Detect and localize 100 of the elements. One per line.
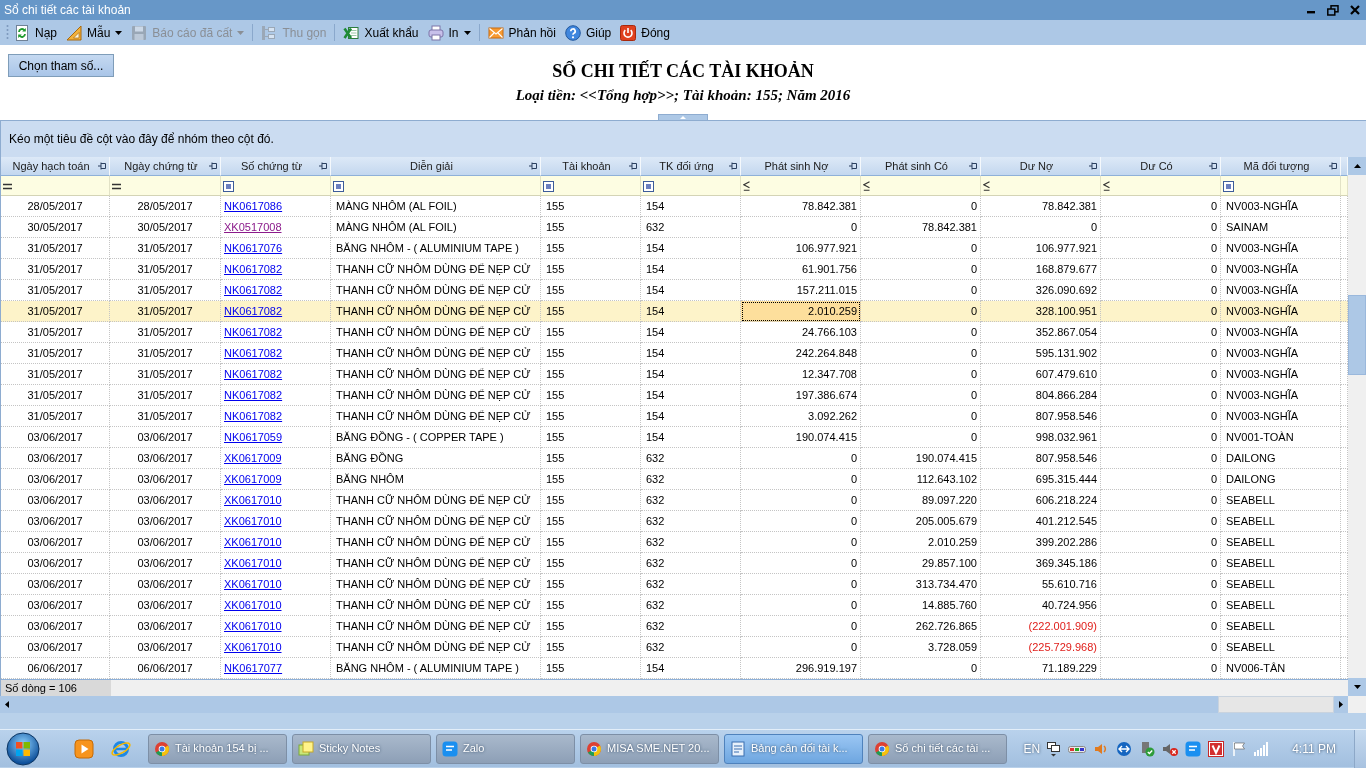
scrollbar-thumb[interactable] <box>1218 696 1334 713</box>
table-row[interactable]: 03/06/2017 03/06/2017 XK0617010 THANH CỮ NHÔM DÙNG ĐỂ NẸP CỬ 155 632 0 89.097.220 606.218.224 0 SEABELL <box>1 490 1348 511</box>
column-header[interactable]: Dư Có <box>1101 157 1221 176</box>
horizontal-scrollbar[interactable] <box>0 696 1348 713</box>
document-link[interactable]: NK0617082 <box>224 305 283 317</box>
table-row[interactable]: 31/05/2017 31/05/2017 NK0617076 BĂNG NHÔM - ( ALUMINIUM TAPE ) 155 154 106.977.921 0 106.977.921 0 NV003-NGHĨA <box>1 238 1348 259</box>
scroll-down-button[interactable] <box>1348 678 1366 696</box>
document-link[interactable]: XK0617010 <box>224 641 282 653</box>
grip-icon[interactable] <box>6 24 9 41</box>
column-header[interactable]: TK đối ứng <box>641 157 741 176</box>
collapse-handle[interactable] <box>658 114 708 120</box>
chat-bubble-icon[interactable] <box>1185 740 1202 757</box>
filter-field[interactable] <box>741 176 861 196</box>
scrollbar-thumb[interactable] <box>1348 295 1366 375</box>
document-link[interactable]: XK0617010 <box>224 557 282 569</box>
filter-field[interactable] <box>861 176 981 196</box>
small-windows-icon[interactable] <box>1047 740 1062 757</box>
table-row[interactable]: 31/05/2017 31/05/2017 NK0617082 THANH CỮ NHÔM DÙNG ĐỂ NẸP CỬ 155 154 24.766.103 0 352.867.054 0 NV003-NGHĨA <box>1 322 1348 343</box>
table-row[interactable]: 03/06/2017 03/06/2017 XK0617009 BĂNG ĐỒNG 155 632 0 190.074.415 807.958.546 0 DAILONG <box>1 448 1348 469</box>
show-desktop-button[interactable] <box>1354 729 1366 768</box>
filter-field[interactable] <box>641 176 741 196</box>
filter-square-icon[interactable] <box>223 180 234 192</box>
column-header[interactable]: Tài khoản <box>541 157 641 176</box>
column-header[interactable]: Ngày hạch toán <box>1 157 110 176</box>
restore-button[interactable] <box>1326 2 1340 18</box>
filter-square-icon[interactable] <box>643 180 654 192</box>
start-button[interactable] <box>6 731 40 766</box>
table-row[interactable]: 31/05/2017 31/05/2017 NK0617082 THANH CỮ NHÔM DÙNG ĐỂ NẸP CỬ 155 154 12.347.708 0 607.479.610 0 NV003-NGHĨA <box>1 364 1348 385</box>
filter-field[interactable] <box>110 176 221 196</box>
toolbar-dropdown-button[interactable]: Mẫu <box>62 21 127 44</box>
less-or-equal-icon[interactable] <box>863 181 870 192</box>
toolbar-button[interactable]: Đóng <box>616 21 674 44</box>
table-row[interactable]: 31/05/2017 31/05/2017 NK0617082 THANH CỮ NHÔM DÙNG ĐỂ NẸP CỬ 155 154 197.386.674 0 804.866.284 0 NV003-NGHĨA <box>1 385 1348 406</box>
table-row[interactable]: 31/05/2017 31/05/2017 NK0617082 THANH CỮ NHÔM DÙNG ĐỂ NẸP CỬ 155 154 157.211.015 0 326.090.692 0 NV003-NGHĨA <box>1 280 1348 301</box>
document-link[interactable]: NK0617086 <box>224 200 283 212</box>
table-row[interactable]: 03/06/2017 03/06/2017 XK0617010 THANH CỮ NHÔM DÙNG ĐỂ NẸP CỬ 155 632 0 29.857.100 369.345.186 0 SEABELL <box>1 553 1348 574</box>
document-link[interactable]: NK0617082 <box>224 347 283 359</box>
filter-field[interactable] <box>1101 176 1221 196</box>
less-or-equal-icon[interactable] <box>743 181 750 192</box>
table-row[interactable]: 31/05/2017 31/05/2017 NK0617082 THANH CỮ NHÔM DÙNG ĐỂ NẸP CỬ 155 154 242.264.848 0 595.131.902 0 NV003-NGHĨA <box>1 343 1348 364</box>
equals-icon[interactable] <box>3 182 12 190</box>
play-icon[interactable] <box>74 738 94 759</box>
toolbar-button[interactable]: Phản hồi <box>483 21 560 44</box>
document-link[interactable]: XK0617010 <box>224 536 282 548</box>
document-link[interactable]: NK0617082 <box>224 263 283 275</box>
filter-square-icon[interactable] <box>333 180 344 192</box>
double-arrow-circle-icon[interactable] <box>1116 740 1133 757</box>
document-link[interactable]: NK0617082 <box>224 389 283 401</box>
filter-square-icon[interactable] <box>543 180 554 192</box>
document-link[interactable]: XK0617009 <box>224 452 282 464</box>
toolbar-button[interactable]: Giúp <box>560 21 616 44</box>
vertical-scrollbar[interactable] <box>1348 157 1366 696</box>
document-link[interactable]: XK0617010 <box>224 515 282 527</box>
document-link[interactable]: XK0617010 <box>224 599 282 611</box>
toolbar-button[interactable]: Xuất khẩu <box>339 21 423 44</box>
table-row[interactable]: 31/05/2017 31/05/2017 NK0617082 THANH CỮ NHÔM DÙNG ĐỂ NẸP CỬ 155 154 3.092.262 0 807.958.546 0 NV003-NGHĨA <box>1 406 1348 427</box>
table-row[interactable]: 03/06/2017 03/06/2017 XK0617009 BĂNG NHÔM 155 632 0 112.643.102 695.315.444 0 DAILONG <box>1 469 1348 490</box>
document-link[interactable]: NK0617082 <box>224 368 283 380</box>
table-row[interactable]: 03/06/2017 03/06/2017 XK0617010 THANH CỮ NHÔM DÙNG ĐỂ NẸP CỬ 155 632 0 2.010.259 399.202.286 0 SEABELL <box>1 532 1348 553</box>
flag-icon[interactable] <box>1231 740 1247 757</box>
document-link[interactable]: NK0617059 <box>224 431 283 443</box>
toolbar-dropdown-button[interactable]: In <box>423 21 475 44</box>
column-header[interactable]: Phát sinh Nợ <box>741 157 861 176</box>
table-row[interactable]: 06/06/2017 06/06/2017 NK0617077 BĂNG NHÔM - ( ALUMINIUM TAPE ) 155 154 296.919.197 0 71.189.229 0 NV006-TÂN <box>1 658 1348 679</box>
filter-field[interactable] <box>541 176 641 196</box>
column-header[interactable]: Ngày chứng từ <box>110 157 221 176</box>
equals-icon[interactable] <box>112 182 121 190</box>
filter-field[interactable] <box>221 176 331 196</box>
table-row[interactable]: 03/06/2017 03/06/2017 NK0617059 BĂNG ĐỒNG - ( COPPER TAPE ) 155 154 190.074.415 0 998.032.961 0 NV001-TOÀN <box>1 427 1348 448</box>
filter-field[interactable] <box>1221 176 1341 196</box>
column-header[interactable]: Phát sinh Có <box>861 157 981 176</box>
table-row[interactable]: 03/06/2017 03/06/2017 XK0617010 THANH CỮ NHÔM DÙNG ĐỂ NẸP CỬ 155 632 0 262.726.865 (222.001.909) 0 SEABELL <box>1 616 1348 637</box>
scroll-up-button[interactable] <box>1348 157 1366 175</box>
document-link[interactable]: XK0517008 <box>224 221 282 233</box>
parameters-button[interactable]: Chọn tham số... <box>8 54 114 77</box>
document-link[interactable]: XK0617010 <box>224 578 282 590</box>
chevron-tile-icon[interactable] <box>1208 740 1225 757</box>
column-header[interactable]: Diễn giải <box>331 157 541 176</box>
table-row[interactable]: 31/05/2017 31/05/2017 NK0617082 THANH CỮ NHÔM DÙNG ĐỂ NẸP CỬ 155 154 2.010.259 0 328.100.951 0 NV003-NGHĨA <box>1 301 1348 322</box>
filter-field[interactable] <box>981 176 1101 196</box>
column-header[interactable]: Mã đối tượng <box>1221 157 1341 176</box>
document-link[interactable]: XK0617010 <box>224 620 282 632</box>
column-header[interactable]: Số chứng từ <box>221 157 331 176</box>
document-link[interactable]: NK0617082 <box>224 410 283 422</box>
document-link[interactable]: NK0617082 <box>224 284 283 296</box>
document-link[interactable]: XK0617010 <box>224 494 282 506</box>
filter-field[interactable] <box>1 176 110 196</box>
less-or-equal-icon[interactable] <box>983 181 990 192</box>
table-row[interactable]: 30/05/2017 30/05/2017 XK0517008 MÀNG NHÔM (AL FOIL) 155 632 0 78.842.381 0 0 SAINAM <box>1 217 1348 238</box>
filter-square-icon[interactable] <box>1223 180 1234 192</box>
document-link[interactable]: XK0617009 <box>224 473 282 485</box>
device-check-icon[interactable] <box>1139 740 1156 757</box>
table-row[interactable]: 28/05/2017 28/05/2017 NK0617086 MÀNG NHÔM (AL FOIL) 155 154 78.842.381 0 78.842.381 0 NV003-NGHĨA <box>1 196 1348 217</box>
table-row[interactable]: 03/06/2017 03/06/2017 XK0617010 THANH CỮ NHÔM DÙNG ĐỂ NẸP CỬ 155 632 0 14.885.760 40.724.956 0 SEABELL <box>1 595 1348 616</box>
filter-field[interactable] <box>331 176 541 196</box>
document-link[interactable]: NK0617082 <box>224 326 283 338</box>
document-link[interactable]: NK0617077 <box>224 662 283 674</box>
less-or-equal-icon[interactable] <box>1103 181 1110 192</box>
column-header[interactable]: Dư Nợ <box>981 157 1101 176</box>
toolbar-button[interactable]: Nạp <box>10 21 61 44</box>
